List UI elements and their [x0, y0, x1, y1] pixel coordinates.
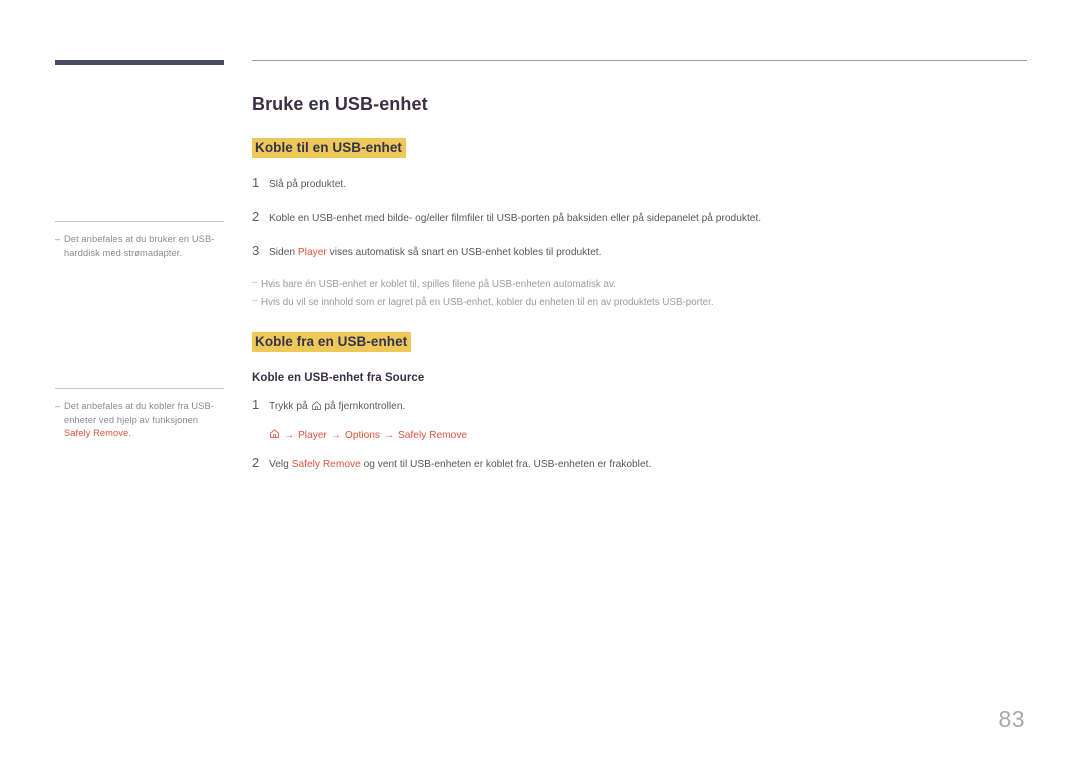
sidebar-note-text-before: Det anbefales at du kobler fra USB-enhet… — [64, 401, 215, 425]
section-2-steps: 1 Trykk på på fjernkontrollen. → Player … — [252, 398, 1027, 472]
breadcrumb-arrow: → — [384, 429, 394, 441]
step-text-after: på fjernkontrollen. — [321, 401, 406, 412]
step-text: Slå på produktet. — [269, 179, 347, 190]
sidebar-note-row: – Det anbefales at du kobler fra USB-enh… — [55, 400, 225, 441]
safely-remove-emphasis: Safely Remove — [291, 459, 361, 470]
note-text: Hvis bare én USB-enhet er koblet til, sp… — [261, 279, 616, 290]
dash-marker: – — [252, 277, 258, 288]
section-1-steps: 1 Slå på produktet. 2 Koble en USB-enhet… — [252, 176, 1027, 260]
breadcrumb-item-options: Options — [344, 429, 380, 441]
step-number: 1 — [252, 175, 260, 190]
manual-page: – Det anbefales at du bruker en USB-hard… — [0, 0, 1080, 763]
step-text-before: Velg — [269, 459, 292, 470]
safely-remove-emphasis: Safely Remove — [64, 428, 129, 438]
sidebar-top-rule — [55, 60, 224, 65]
step-text: Velg Safely Remove og vent til USB-enhet… — [269, 456, 1027, 472]
list-item: 1 Slå på produktet. — [252, 176, 1027, 192]
step-number: 1 — [252, 397, 260, 412]
note-text: Hvis du vil se innhold som er lagret på … — [261, 297, 714, 308]
dash-marker: – — [55, 401, 61, 411]
step-text-after: og vent til USB-enheten er koblet fra. U… — [360, 459, 652, 470]
section-2: Koble fra en USB-enhet Koble en USB-enhe… — [252, 332, 1027, 472]
sidebar-note-text: Det anbefales at du kobler fra USB-enhet… — [64, 400, 225, 441]
breadcrumb-arrow: → — [284, 429, 294, 441]
note-row: – Hvis bare én USB-enhet er koblet til, … — [252, 277, 1027, 292]
sidebar-note-1: – Det anbefales at du bruker en USB-hard… — [55, 221, 225, 260]
home-icon — [311, 400, 322, 416]
section-2-subheading: Koble en USB-enhet fra Source — [252, 372, 425, 384]
step-number: 2 — [252, 455, 260, 470]
list-item: 2 Koble en USB-enhet med bilde- og/eller… — [252, 210, 1027, 226]
list-item: 3 Siden Player vises automatisk så snart… — [252, 244, 1027, 260]
sidebar-separator — [55, 388, 224, 389]
sidebar — [55, 60, 225, 65]
page-title: Bruke en USB-enhet — [252, 94, 428, 114]
step-text: Trykk på på fjernkontrollen. — [269, 398, 1027, 416]
step-number: 2 — [252, 209, 260, 224]
section-1-notes: – Hvis bare én USB-enhet er koblet til, … — [252, 277, 1027, 310]
list-item: 2 Velg Safely Remove og vent til USB-enh… — [252, 456, 1027, 472]
step-number: 3 — [252, 243, 260, 258]
list-item: 1 Trykk på på fjernkontrollen. — [252, 398, 1027, 416]
sidebar-note-2: – Det anbefales at du kobler fra USB-enh… — [55, 388, 225, 441]
dash-marker: – — [252, 295, 258, 306]
dash-marker: – — [55, 234, 61, 244]
section-2-heading: Koble fra en USB-enhet — [252, 332, 412, 352]
section-1-heading: Koble til en USB-enhet — [252, 138, 406, 158]
page-number: 83 — [998, 706, 1025, 732]
step-text: Siden Player vises automatisk så snart e… — [269, 244, 1027, 260]
player-emphasis: Player — [297, 247, 327, 258]
step-text-before: Trykk på — [269, 401, 311, 412]
main-content: Bruke en USB-enhet Koble til en USB-enhe… — [252, 60, 1027, 472]
breadcrumb-arrow: → — [330, 429, 341, 441]
breadcrumb: → Player → Options → Safely Remove — [269, 428, 1027, 442]
home-icon — [269, 428, 280, 442]
breadcrumb-item-player: Player — [298, 429, 327, 441]
step-text-before: Siden — [269, 247, 298, 258]
step-text: Koble en USB-enhet med bilde- og/eller f… — [269, 213, 762, 224]
sidebar-separator — [55, 221, 224, 222]
step-text-after: vises automatisk så snart en USB-enhet k… — [326, 247, 602, 258]
note-row: – Hvis du vil se innhold som er lagret p… — [252, 295, 1027, 310]
breadcrumb-item-safely-remove: Safely Remove — [398, 429, 468, 441]
sidebar-note-row: – Det anbefales at du bruker en USB-hard… — [55, 233, 225, 260]
section-1: Koble til en USB-enhet 1 Slå på produkte… — [252, 138, 1027, 310]
sidebar-note-text: Det anbefales at du bruker en USB-harddi… — [64, 234, 215, 258]
sidebar-note-text-after: . — [128, 428, 131, 438]
content-top-rule — [252, 60, 1027, 61]
